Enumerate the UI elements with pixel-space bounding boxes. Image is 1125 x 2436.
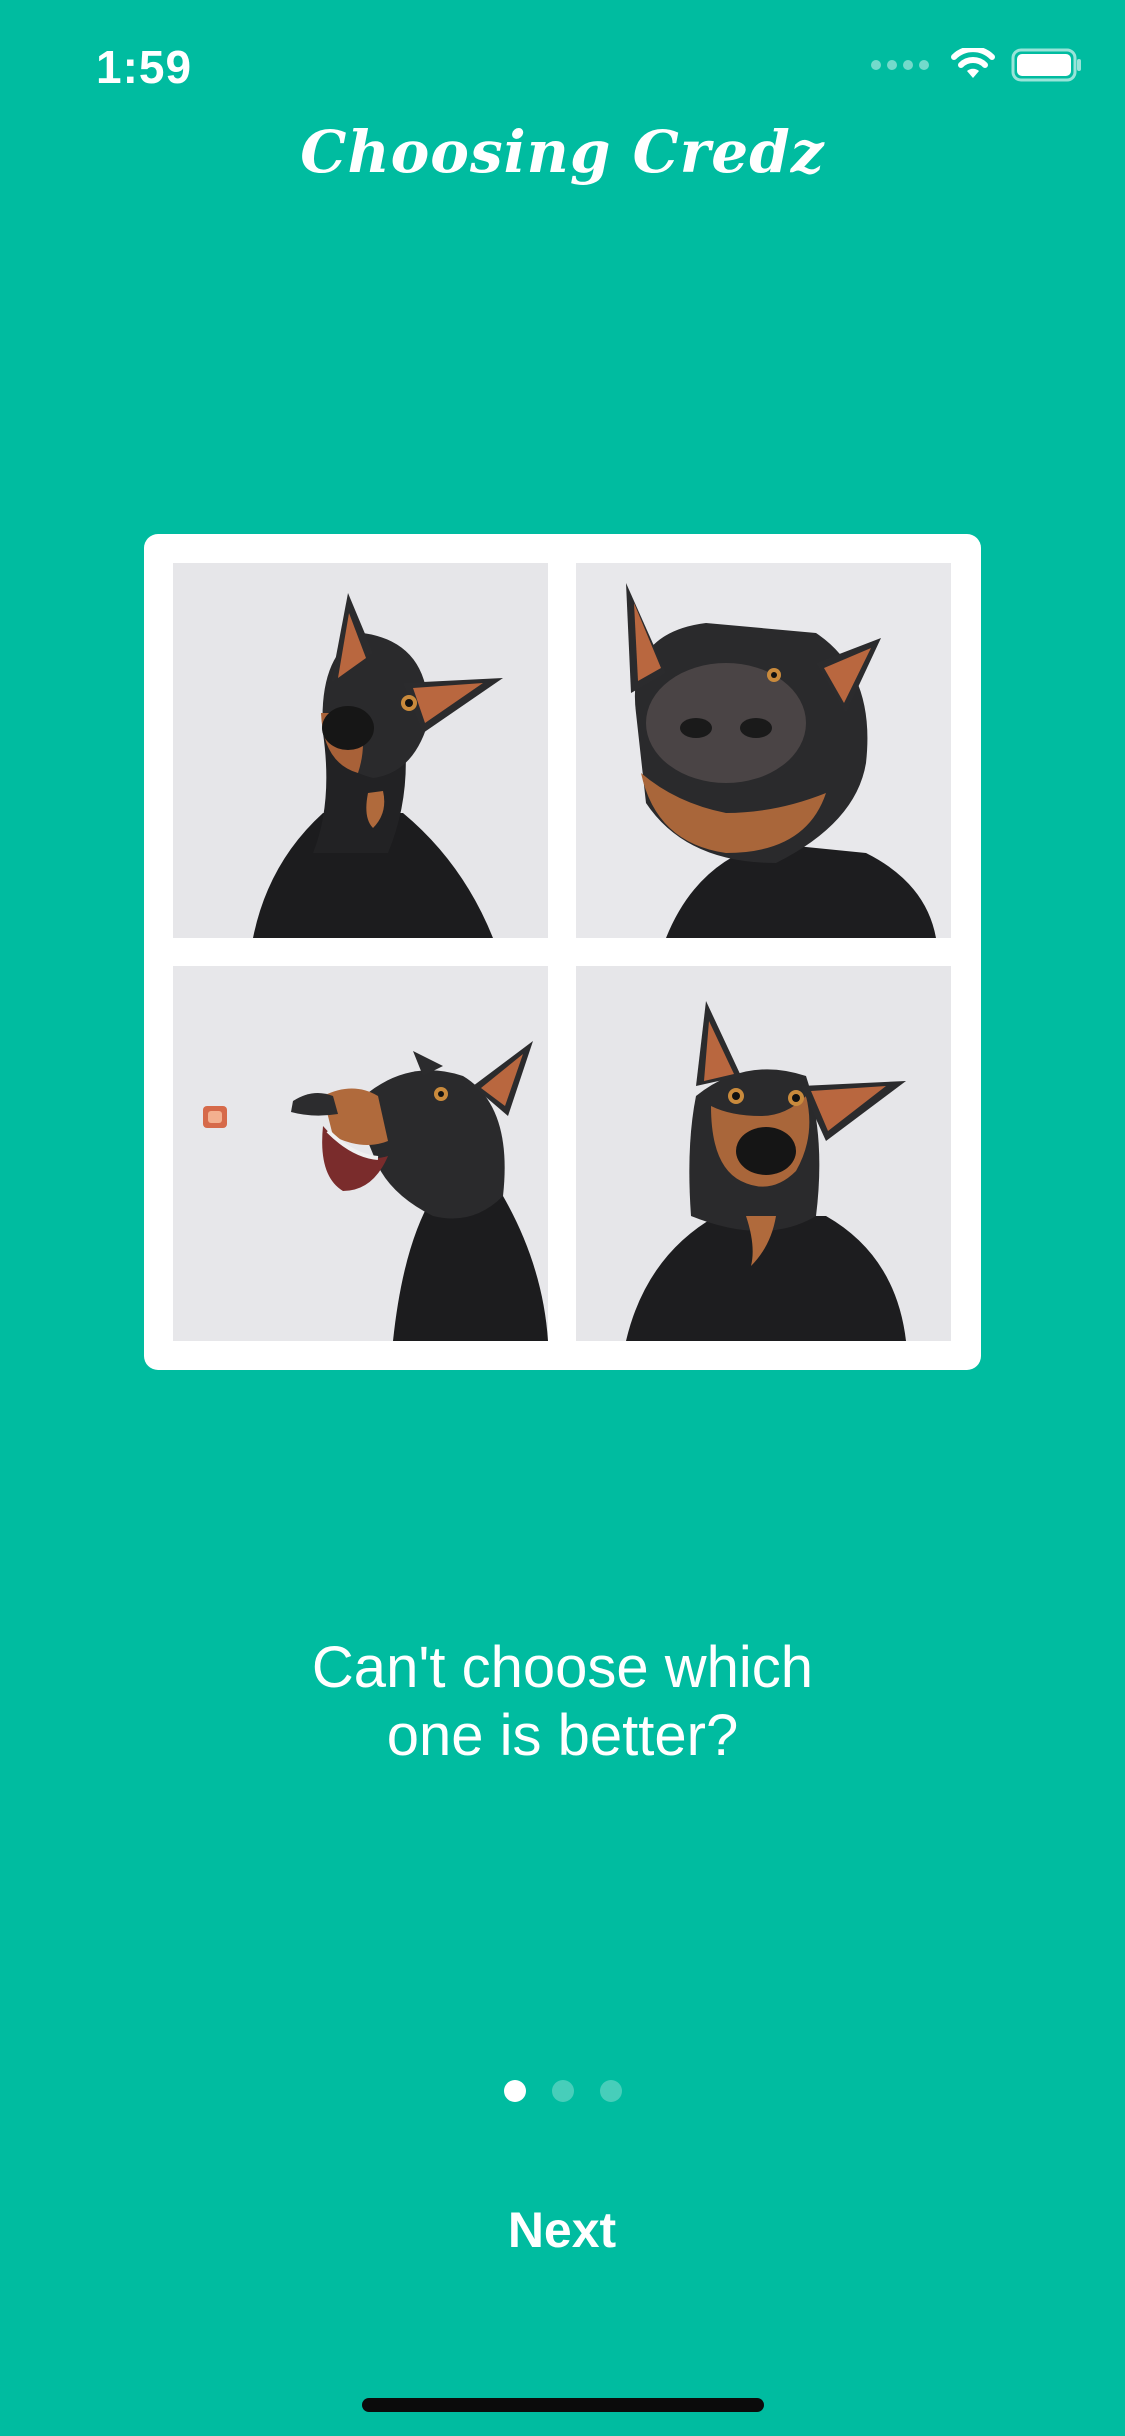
cellular-signal-icon bbox=[871, 60, 929, 70]
message-line-2: one is better? bbox=[386, 1703, 739, 1768]
doberman-head-tilt-photo bbox=[173, 563, 548, 938]
doberman-close-nose-photo bbox=[576, 563, 951, 938]
battery-icon bbox=[1011, 48, 1083, 82]
photo-collage-card bbox=[144, 534, 981, 1370]
next-button[interactable]: Next bbox=[412, 2190, 712, 2270]
page-indicator[interactable] bbox=[0, 2080, 1125, 2102]
message-line-1: Can't choose which bbox=[311, 1635, 814, 1700]
status-icons bbox=[871, 48, 1083, 82]
wifi-icon bbox=[951, 48, 995, 82]
home-indicator[interactable] bbox=[362, 2398, 764, 2412]
page-dot-3[interactable] bbox=[599, 2080, 622, 2102]
status-time: 1:59 bbox=[96, 41, 193, 93]
doberman-catching-treat-photo bbox=[173, 966, 548, 1341]
page-dot-2[interactable] bbox=[551, 2080, 574, 2102]
onboarding-message: Can't choose which one is better? bbox=[0, 1634, 1125, 1770]
app-title: Choosing Credz bbox=[300, 118, 825, 186]
page-dot-1[interactable] bbox=[503, 2080, 526, 2102]
doberman-front-facing-photo bbox=[576, 966, 951, 1341]
